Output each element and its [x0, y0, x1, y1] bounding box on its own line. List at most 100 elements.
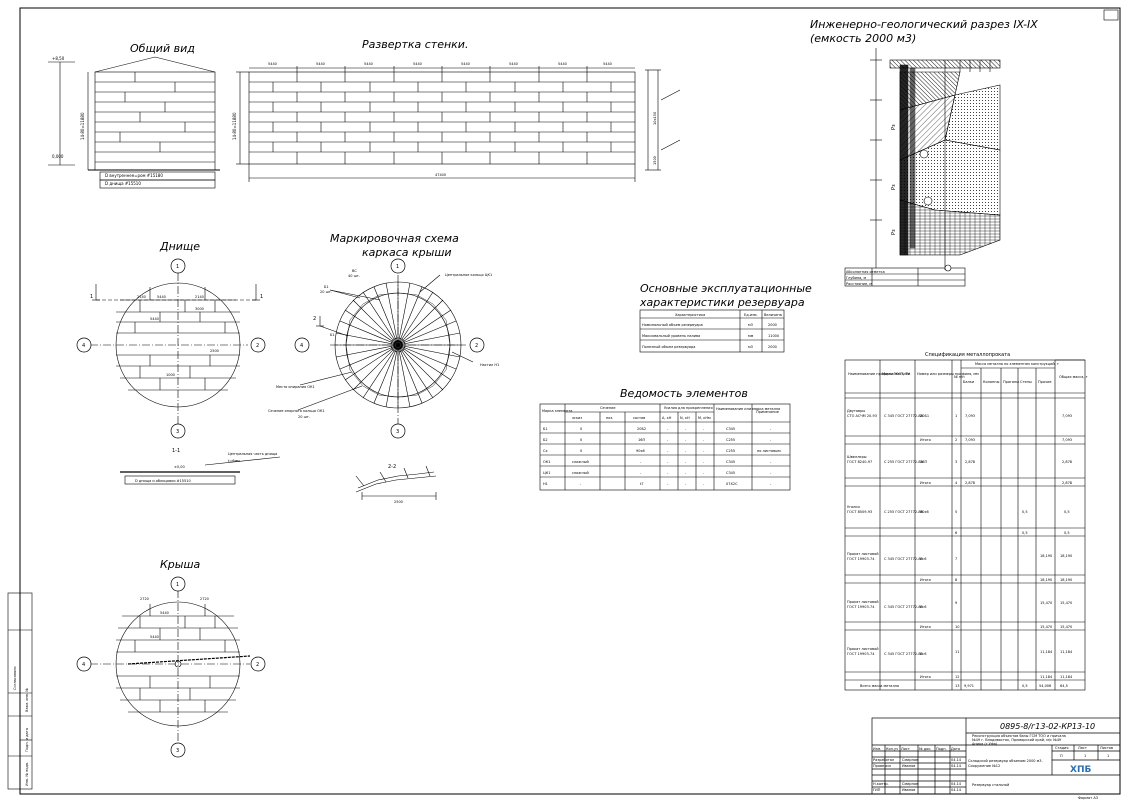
roof-bc-mark: ВС — [352, 269, 357, 273]
roof-plan-axis-2: 2 — [256, 662, 259, 668]
general-mark-bottom: 0,000 — [52, 154, 64, 159]
tb-h-sheet: Лист — [901, 747, 910, 751]
doc-sheets-label: Листов — [1100, 746, 1113, 750]
el-r2-a: - — [667, 438, 669, 442]
bottom-axis-markers — [76, 258, 266, 439]
spec-r3-sum-wall: 0,5 — [1022, 531, 1028, 535]
drawing-sheet: Общий вид +8,50 0,000 14·80=11880 D внут… — [0, 0, 1126, 800]
el-r2-n: - — [685, 438, 687, 442]
el-r4-m: - — [703, 460, 705, 464]
spec-r2-sum-no: 4 — [955, 481, 958, 485]
el-h-section: Сечение — [600, 406, 616, 410]
spec-r2-no: 3 — [955, 460, 957, 464]
el-r3-comp: 90х6 — [636, 449, 645, 453]
el-r2-m: - — [703, 438, 705, 442]
char-r3-name: Полезный объем резервуара — [642, 345, 695, 349]
geo-title-1: Инженерно-геологический разрез IX-IX — [810, 18, 1038, 31]
corner-box — [1103, 9, 1119, 21]
wall-segment-6: 5440 — [509, 62, 518, 66]
el-h-sketch: эскиз — [572, 416, 582, 420]
tb-h-date: Дата — [951, 747, 960, 751]
el-r3-m: - — [703, 449, 705, 453]
roof-deck: Настил Н1 — [480, 363, 499, 367]
el-r5-sketch: сложный — [572, 471, 589, 475]
spec-r4-profile: t=6 — [920, 557, 927, 561]
general-bottom-diameter: D днища #15510 — [105, 181, 141, 186]
wall-segment-8: 5440 — [603, 62, 612, 66]
roof-axis-4: 4 — [300, 343, 303, 349]
tb-developed: Разработал — [873, 758, 894, 762]
bottom-dim-e: 3000 — [195, 307, 204, 311]
bottom-dim-f: 2500 — [210, 349, 219, 353]
general-height-dim: 14·80=11880 — [80, 112, 85, 140]
wall-segment-5: 5440 — [461, 62, 470, 66]
general-view-title: Общий вид — [130, 42, 195, 55]
roof-plan-dim-b: 2720 — [200, 597, 209, 601]
spec-r2-total: 2,878 — [1062, 460, 1072, 464]
el-r1-note: - — [770, 427, 772, 431]
stamp-inv-original: Инв. № подл. — [25, 762, 29, 786]
roof-ring-ok1-section: Сечение опорного кольца ОК1 — [268, 409, 325, 413]
bottom-axis-2: 2 — [256, 343, 259, 349]
spec-total-no: 13 — [955, 684, 959, 688]
geo-legend-r1: Абсолютная отметка — [846, 270, 885, 274]
spec-h-columns: Колонны — [983, 380, 1000, 384]
tb-date-3: 04.14 — [951, 782, 962, 786]
spec-r5-total: 15,470 — [1060, 601, 1072, 605]
el-h-pos: поз. — [606, 416, 613, 420]
el-r6-steel: 07Х2С — [726, 482, 738, 486]
spec-total-total: 64,5 — [1060, 684, 1068, 688]
el-r1-mark: Б1 — [543, 427, 548, 431]
el-r1-comp: 20Б2 — [637, 427, 646, 431]
el-r3-a: - — [667, 449, 669, 453]
el-r4-comp: - — [640, 460, 642, 464]
spec-r5-sum-other: 15,470 — [1040, 625, 1052, 629]
spec-h-brace: Прогоны — [1003, 380, 1019, 384]
roof-b1-mark: Б1 — [324, 285, 329, 289]
roof-plan-dim-d: 5440 — [150, 635, 159, 639]
el-r5-comp: - — [640, 471, 642, 475]
section-2-2-dim: 2500 — [394, 500, 403, 504]
char-r3-unit: м3 — [748, 345, 753, 349]
tb-gip: ГИП — [873, 788, 881, 792]
el-r3-note: по листовым — [757, 449, 781, 453]
spec-r4-no: 7 — [955, 557, 957, 561]
spec-r5-sum-no: 10 — [955, 625, 959, 629]
el-r6-a: - — [667, 482, 669, 486]
wall-segment-7: 5440 — [558, 62, 567, 66]
roof-title: Крыша — [160, 558, 201, 571]
stamp-inv-replaced: Взам. инв. № — [25, 688, 29, 712]
bottom-dim-d: 5440 — [150, 317, 159, 321]
stamp-agreed: Согласовано — [13, 666, 17, 690]
el-r5-a: - — [667, 471, 669, 475]
bottom-dim-g: 1000 — [166, 373, 175, 377]
spec-r5-profile: t=6 — [920, 605, 927, 609]
geo-layer-2-label: Рз — [891, 184, 897, 190]
section-2-2-title: 2-2 — [388, 464, 396, 470]
tb-name-3: Смирнов — [902, 782, 918, 786]
el-r4-steel: С345 — [726, 460, 735, 464]
el-r5-m: - — [703, 471, 705, 475]
wall-segment-2: 5440 — [316, 62, 325, 66]
wall-development-drawing — [236, 66, 681, 182]
el-r1-steel: С345 — [726, 427, 735, 431]
spec-r2-sum-beams: 2,878 — [965, 481, 975, 485]
el-h-note: Примечание — [756, 410, 779, 414]
tb-name-2: Иванов — [902, 764, 915, 768]
spec-r1-total: 7,093 — [1062, 414, 1072, 418]
el-r4-mark: ОК1 — [543, 460, 550, 464]
section-1-1-title: 1-1 — [172, 448, 180, 454]
el-h-m: М, кНм — [698, 416, 711, 420]
el-r6-n: - — [685, 482, 687, 486]
roof-plan-axis-1: 1 — [176, 582, 179, 588]
el-r5-note: - — [770, 471, 772, 475]
spec-h-no: № п/п — [954, 375, 965, 379]
spec-r3-grade: С 255 ГОСТ 27772-88 — [884, 510, 923, 514]
el-r2-sketch: 0 — [580, 438, 582, 442]
spec-r6-name: Прокат листовой — [847, 647, 879, 651]
char-r1-value: 2000 — [768, 323, 777, 327]
roof-axis-3: 3 — [396, 429, 399, 435]
spec-r6-profile: t=6 — [920, 652, 927, 656]
tb-date-1: 04.14 — [951, 758, 962, 762]
doc-sheet-label: Лист — [1078, 746, 1087, 750]
